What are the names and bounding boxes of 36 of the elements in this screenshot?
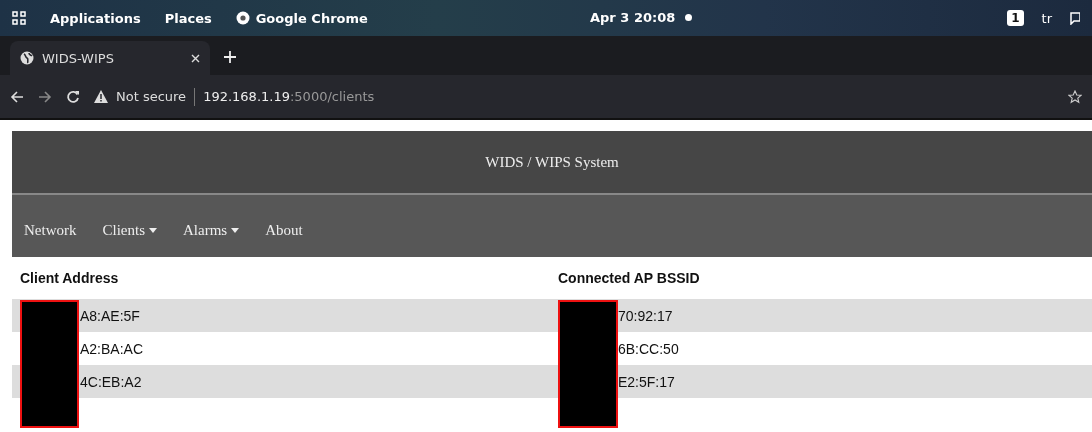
close-icon[interactable] [191, 53, 200, 63]
table-cell: A2:BA:AC [80, 340, 144, 357]
nav-link[interactable]: Clients [102, 213, 157, 239]
warning-icon [94, 90, 108, 103]
back-icon[interactable] [10, 89, 24, 104]
table-cell: E2:5F:17 [618, 373, 675, 390]
activities-icon[interactable] [12, 11, 26, 25]
keyboard-layout[interactable]: tr [1041, 10, 1052, 26]
table-cell: 6B:CC:50 [618, 340, 679, 357]
globe-icon [20, 51, 34, 65]
top-menu[interactable]: Places [164, 10, 212, 26]
chrome-icon [235, 11, 250, 25]
table-cell: 4C:EB:A2 [80, 373, 142, 390]
clock[interactable]: Apr 3 20:08 [590, 10, 693, 25]
table-cell: A8:AE:5F [80, 307, 140, 324]
nav-link[interactable]: Network [24, 213, 77, 239]
chat-icon[interactable] [1070, 11, 1080, 25]
address-field[interactable]: Not secure 192.168.1.19:5000/clients [94, 87, 375, 106]
forward-icon[interactable] [38, 89, 52, 104]
url-text: 192.168.1.19:5000/clients [203, 89, 375, 104]
new-tab-icon[interactable] [224, 51, 236, 63]
table-cell: 70:92:17 [618, 307, 673, 324]
top-menu[interactable]: Applications [50, 10, 141, 26]
top-menu[interactable]: Google Chrome [235, 10, 368, 26]
browser-tab[interactable]: WIDS-WIPS [10, 41, 210, 75]
reload-icon[interactable] [66, 89, 80, 104]
site-title: WIDS / WIPS System [485, 153, 619, 171]
star-icon[interactable] [1068, 89, 1082, 104]
nav-link[interactable]: Alarms [183, 213, 240, 239]
workspace-indicator[interactable]: 1 [1007, 10, 1024, 26]
column-header: Connected AP BSSID [558, 270, 700, 286]
dot-icon [685, 14, 693, 21]
tab-title: WIDS-WIPS [42, 50, 114, 66]
column-header: Client Address [20, 270, 119, 286]
nav-link[interactable]: About [265, 213, 303, 239]
security-label: Not secure [116, 89, 187, 104]
